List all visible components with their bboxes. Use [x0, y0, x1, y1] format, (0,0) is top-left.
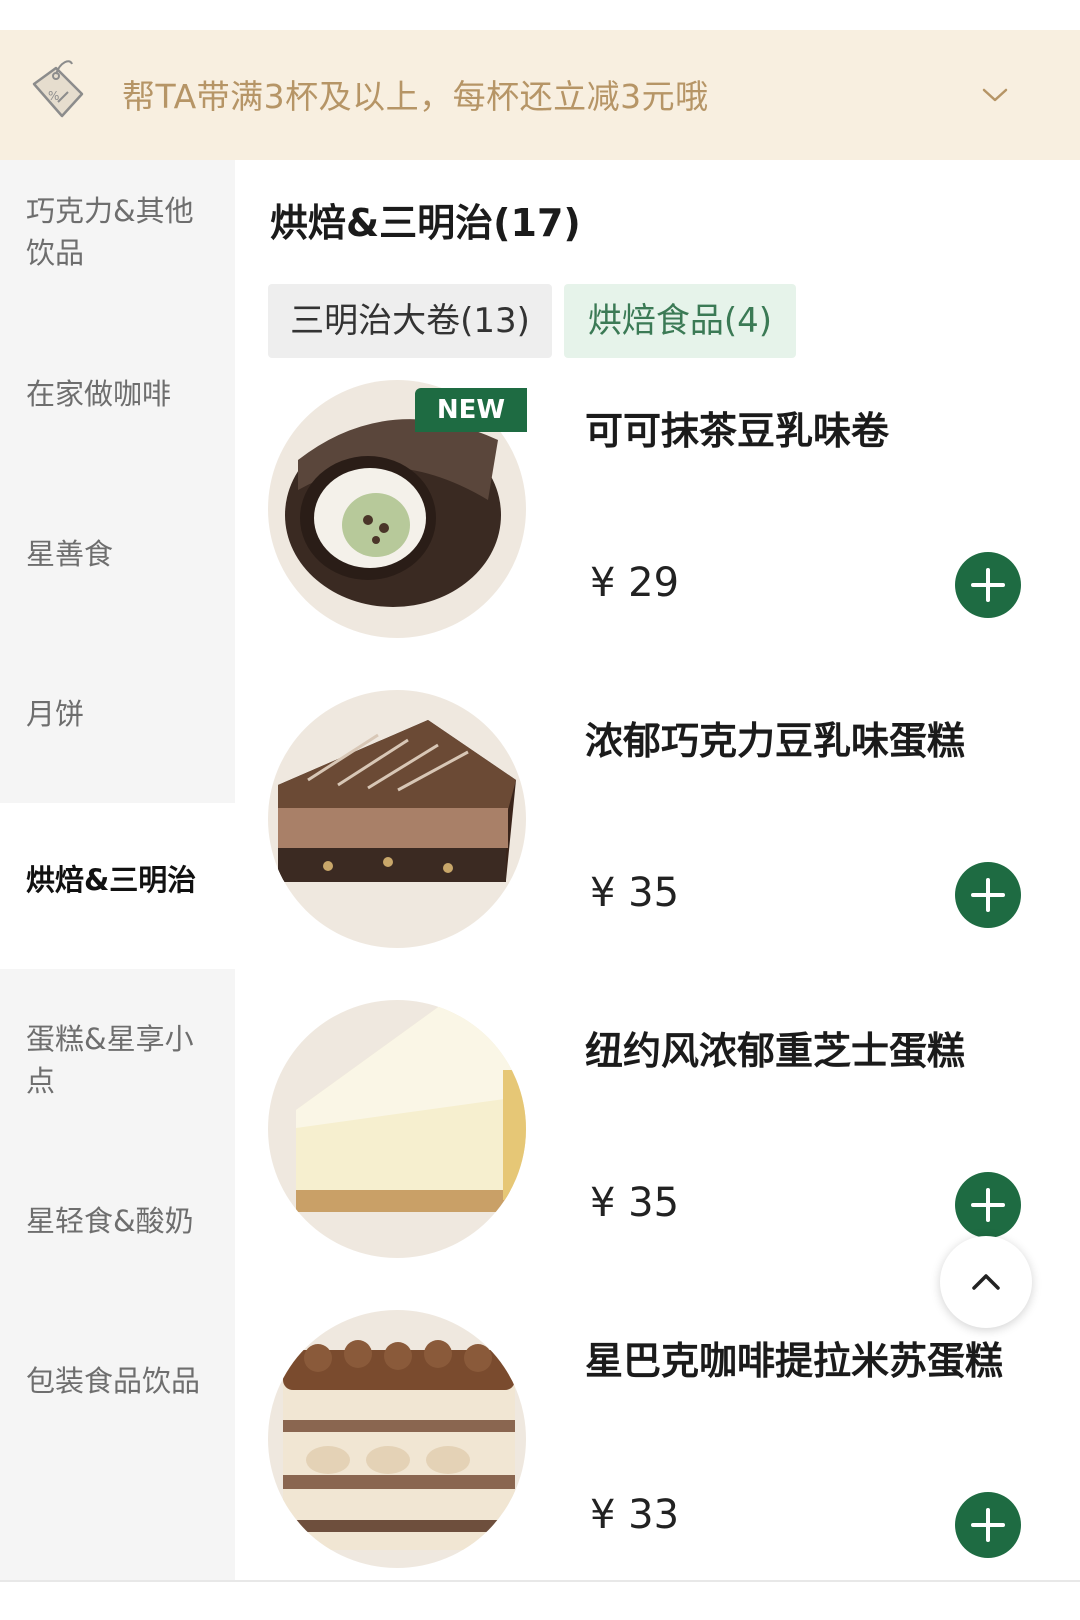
product-price: ¥ 35	[590, 1180, 680, 1226]
add-to-cart-button[interactable]	[955, 1492, 1021, 1558]
section-title: 烘焙&三明治(17)	[270, 201, 581, 245]
price-tag-icon: %	[32, 60, 84, 118]
product-image-cheesecake[interactable]	[268, 1000, 526, 1258]
sidebar-item-packaged[interactable]: 包装食品饮品	[0, 1340, 235, 1506]
product-image-chocolate-cake[interactable]	[268, 690, 526, 948]
add-to-cart-button[interactable]	[955, 552, 1021, 618]
product-name: 可可抹茶豆乳味卷	[585, 409, 890, 453]
product-price: ¥ 29	[590, 560, 680, 606]
new-badge: NEW	[415, 388, 527, 432]
status-strip	[0, 0, 1080, 30]
chevron-down-icon[interactable]	[980, 80, 1010, 110]
sidebar-item-chocolate-drinks[interactable]: 巧克力&其他饮品	[0, 170, 235, 336]
product-image-tiramisu[interactable]	[268, 1310, 526, 1568]
sidebar-item-bakery[interactable]: 烘焙&三明治	[0, 803, 235, 969]
add-to-cart-button[interactable]	[955, 862, 1021, 928]
product-card[interactable]: 可可抹茶豆乳味卷 ¥ 29	[240, 380, 1080, 680]
product-card[interactable]: 星巴克咖啡提拉米苏蛋糕 ¥ 33	[240, 1310, 1080, 1610]
promo-text: 帮TA带满3杯及以上，每杯还立减3元哦	[122, 77, 709, 116]
product-name: 纽约风浓郁重芝士蛋糕	[585, 1029, 966, 1073]
category-sidebar: 巧克力&其他饮品 在家做咖啡 星善食 月饼 烘焙&三明治 蛋糕&星享小点 星轻食…	[0, 160, 235, 1580]
sidebar-item-home-coffee[interactable]: 在家做咖啡	[0, 353, 235, 519]
product-price: ¥ 33	[590, 1492, 680, 1538]
bottom-divider	[0, 1580, 1080, 1582]
scroll-top-button[interactable]	[940, 1236, 1032, 1328]
product-price: ¥ 35	[590, 870, 680, 916]
sidebar-item-light-meals[interactable]: 星轻食&酸奶	[0, 1180, 235, 1346]
add-to-cart-button[interactable]	[955, 1172, 1021, 1238]
sidebar-item-plant-based[interactable]: 星善食	[0, 513, 235, 679]
product-name: 星巴克咖啡提拉米苏蛋糕	[585, 1339, 1004, 1383]
tab-bakery-items[interactable]: 烘焙食品(4)	[564, 284, 796, 358]
product-name: 浓郁巧克力豆乳味蛋糕	[585, 719, 966, 763]
tab-sandwich-rolls[interactable]: 三明治大卷(13)	[268, 284, 552, 358]
chevron-up-icon	[972, 1274, 1000, 1290]
sidebar-item-cakes[interactable]: 蛋糕&星享小点	[0, 998, 235, 1164]
promo-banner[interactable]: % 帮TA带满3杯及以上，每杯还立减3元哦	[0, 30, 1080, 160]
product-card[interactable]: 浓郁巧克力豆乳味蛋糕 ¥ 35	[240, 690, 1080, 990]
